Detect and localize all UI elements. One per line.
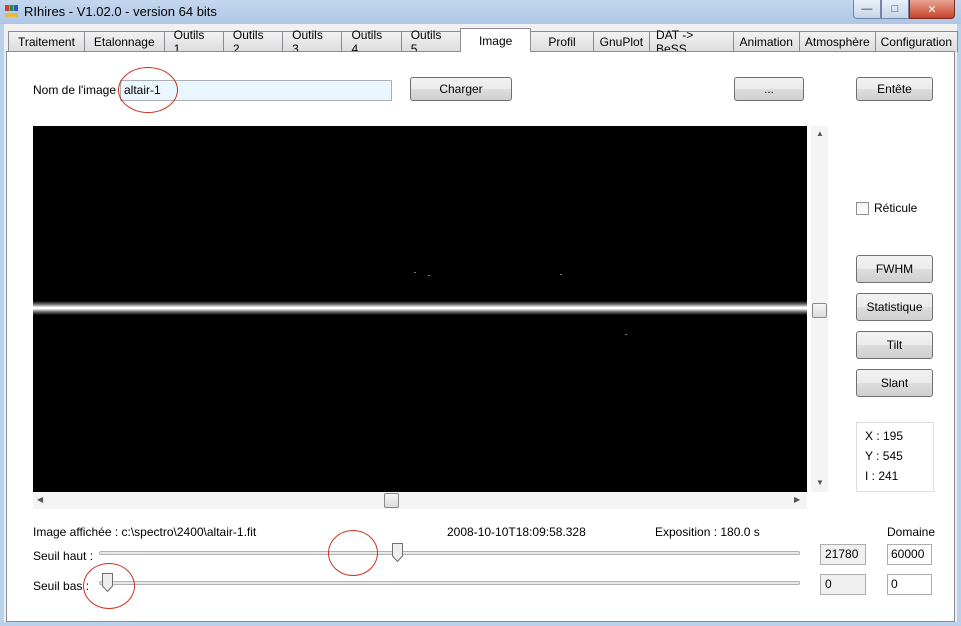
low-domain-input[interactable]: 0: [887, 574, 932, 595]
statistics-button[interactable]: Statistique: [856, 293, 933, 321]
image-timestamp: 2008-10-10T18:09:58.328: [447, 525, 586, 539]
cursor-readout: X : 195 Y : 545 I : 241: [856, 422, 934, 492]
low-threshold-slider[interactable]: [99, 581, 800, 585]
image-name-label: Nom de l'image :: [33, 83, 123, 97]
tab-etalonnage[interactable]: Etalonnage: [83, 31, 165, 52]
minimize-icon: —: [861, 3, 873, 15]
tilt-button[interactable]: Tilt: [856, 331, 933, 359]
reticle-label: Réticule: [874, 201, 918, 215]
cursor-x-readout: X : 195: [865, 429, 904, 443]
app-icon: [5, 5, 18, 17]
noise-pixel: [428, 275, 430, 276]
domain-label: Domaine: [887, 525, 936, 539]
high-threshold-slider[interactable]: [99, 551, 800, 555]
maximize-button[interactable]: □: [881, 0, 909, 19]
spectrum-trace: [33, 301, 807, 315]
high-threshold-value: 21780: [820, 544, 866, 565]
window-client: Traitement Etalonnage Outils 1 Outils 2 …: [4, 24, 959, 622]
noise-pixel: [414, 272, 416, 273]
load-button[interactable]: Charger: [410, 77, 512, 101]
tab-image[interactable]: Image: [459, 28, 532, 52]
high-threshold-thumb[interactable]: [392, 543, 403, 562]
scroll-right-icon[interactable]: ▶: [794, 495, 800, 504]
tab-animation[interactable]: Animation: [732, 31, 800, 52]
high-domain-input[interactable]: 60000: [887, 544, 932, 565]
scroll-up-icon[interactable]: ▲: [816, 129, 824, 138]
tab-gnuplot[interactable]: GnuPlot: [592, 31, 651, 52]
image-tab-page: Nom de l'image : altair-1 Charger ... En…: [6, 51, 955, 622]
horizontal-scrollbar[interactable]: ◀ ▶: [33, 492, 807, 509]
slant-button[interactable]: Slant: [856, 369, 933, 397]
displayed-image-path: Image affichée : c:\spectro\2400\altair-…: [33, 525, 257, 539]
tab-outils-4[interactable]: Outils 4: [341, 28, 402, 56]
header-button[interactable]: Entête: [856, 77, 933, 101]
vertical-scroll-thumb[interactable]: [812, 303, 827, 318]
reticle-checkbox[interactable]: [856, 202, 869, 215]
minimize-button[interactable]: —: [853, 0, 881, 19]
tab-profil[interactable]: Profil: [530, 31, 594, 52]
tab-outils-2[interactable]: Outils 2: [222, 28, 284, 56]
tab-atmosphere[interactable]: Atmosphère: [798, 31, 876, 52]
low-threshold-value: 0: [820, 574, 866, 595]
browse-button[interactable]: ...: [734, 77, 804, 101]
high-threshold-label: Seuil haut :: [33, 549, 94, 563]
close-button[interactable]: ✕: [909, 0, 955, 19]
noise-pixel: [560, 274, 562, 275]
image-name-input[interactable]: altair-1: [120, 80, 392, 101]
tab-outils-3[interactable]: Outils 3: [282, 28, 343, 56]
scroll-left-icon[interactable]: ◀: [37, 495, 43, 504]
cursor-intensity-readout: I : 241: [865, 469, 899, 483]
low-threshold-thumb[interactable]: [102, 573, 113, 592]
window-title: RIhires - V1.02.0 - version 64 bits: [24, 4, 217, 19]
tab-configuration[interactable]: Configuration: [874, 31, 959, 52]
tab-traitement[interactable]: Traitement: [8, 31, 85, 52]
tab-outils-1[interactable]: Outils 1: [163, 28, 224, 56]
cursor-y-readout: Y : 545: [865, 449, 903, 463]
exposure-label: Exposition : 180.0 s: [655, 525, 760, 539]
tab-strip: Traitement Etalonnage Outils 1 Outils 2 …: [8, 28, 959, 56]
horizontal-scroll-thumb[interactable]: [384, 493, 399, 508]
low-threshold-label: Seuil bas :: [33, 579, 90, 593]
vertical-scrollbar[interactable]: ▲ ▼: [811, 126, 828, 492]
fwhm-button[interactable]: FWHM: [856, 255, 933, 283]
tab-outils-5[interactable]: Outils 5: [400, 28, 461, 56]
maximize-icon: □: [891, 3, 899, 15]
image-canvas[interactable]: [33, 126, 807, 492]
title-bar[interactable]: RIhires - V1.02.0 - version 64 bits — □ …: [0, 0, 961, 24]
tab-dat-bess[interactable]: DAT -> BeSS: [649, 28, 734, 56]
close-icon: ✕: [927, 3, 937, 16]
scroll-down-icon[interactable]: ▼: [816, 478, 824, 487]
noise-pixel: [625, 334, 627, 335]
